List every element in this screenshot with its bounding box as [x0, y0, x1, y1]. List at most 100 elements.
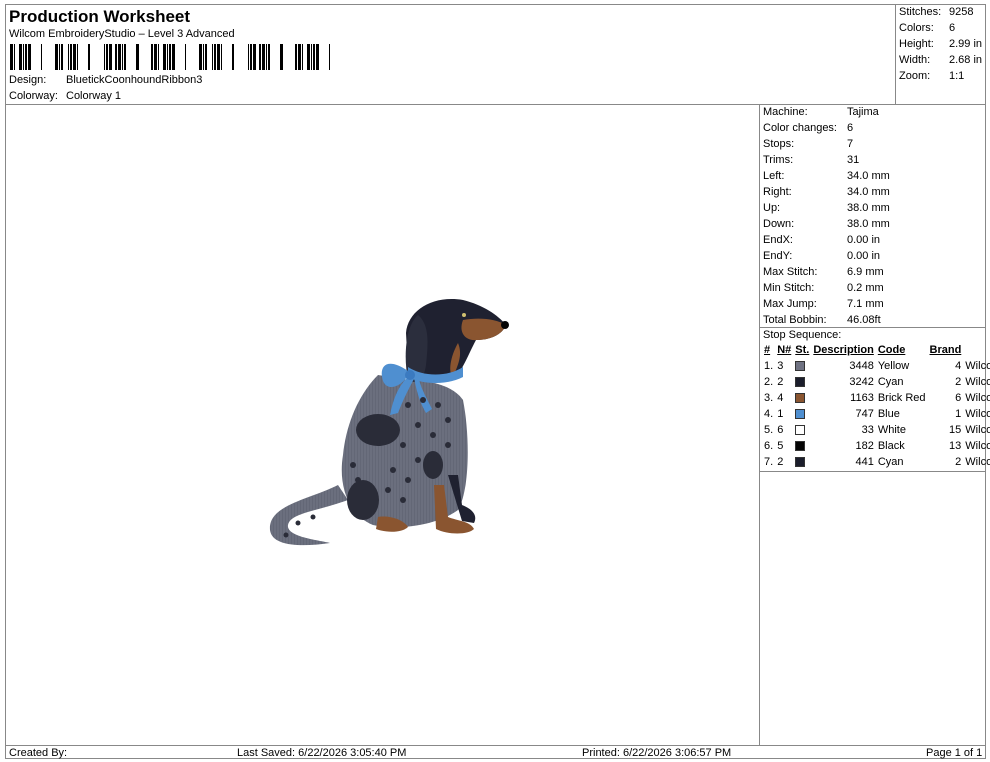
page-title: Production Worksheet: [9, 7, 191, 26]
barcode-bar: [109, 44, 112, 70]
info-row-total-bobbin: Total Bobbin: 46.08ft: [763, 314, 881, 326]
barcode-bar: [221, 44, 222, 70]
cell-st: 3242: [849, 376, 874, 388]
stop-sequence-table: # N# St. Description Code Brand 1. 3 3448 Y…: [762, 342, 990, 470]
cell-brand: Wilcom: [965, 408, 990, 420]
cell-code: 15: [949, 424, 962, 436]
color-swatch-cell: [793, 374, 811, 390]
cell-num: 7.: [764, 456, 774, 468]
barcode-bar: [329, 44, 330, 70]
cell-brand: Wilcom: [965, 392, 990, 404]
cell-st: 33: [861, 424, 874, 436]
barcode-bar: [172, 44, 175, 70]
color-swatch-cell: [793, 438, 811, 454]
col-needle: N#: [777, 344, 792, 356]
cell-st: 441: [855, 456, 874, 468]
cell-desc: Blue: [877, 408, 900, 420]
barcode-bar: [154, 44, 157, 70]
cell-desc: Yellow: [877, 360, 910, 372]
barcode-bar: [70, 44, 72, 70]
barcode-bar: [302, 44, 303, 70]
barcode-bar: [217, 44, 220, 70]
info-row-color-changes: Color changes: 6: [763, 122, 854, 134]
barcode-bar: [185, 44, 186, 70]
barcode-bar: [106, 44, 108, 70]
barcode-bar: [203, 44, 204, 70]
barcode-bar: [19, 44, 22, 70]
cell-st: 747: [855, 408, 874, 420]
barcode-bar: [25, 44, 27, 70]
barcode-bar: [262, 44, 265, 70]
barcode-bar: [250, 44, 252, 70]
divider: [760, 327, 986, 328]
info-row-min-stitch: Min Stitch: 0.2 mm: [763, 282, 884, 294]
color-swatch: [795, 361, 806, 372]
info-row-up: Up: 38.0 mm: [763, 202, 890, 214]
barcode-bar: [41, 44, 42, 70]
colorway-row: Colorway: Colorway 1: [9, 90, 121, 102]
color-swatch: [795, 425, 806, 436]
barcode-bar: [248, 44, 249, 70]
cell-desc: Cyan: [877, 376, 904, 388]
cell-brand: Wilcom: [965, 376, 990, 388]
barcode-bar: [214, 44, 216, 70]
last-saved: Last Saved: 6/22/2026 3:05:40 PM: [237, 747, 407, 759]
barcode-bar: [68, 44, 69, 70]
barcode: [10, 44, 330, 70]
barcode-bar: [316, 44, 319, 70]
cell-n: 2: [777, 456, 784, 468]
cell-desc: Brick Red: [877, 392, 926, 404]
color-swatch: [795, 377, 806, 388]
table-row: 2.23242Cyan2Wilcom: [762, 374, 990, 390]
worksheet-footer: Created By: Last Saved: 6/22/2026 3:05:4…: [6, 745, 986, 759]
cell-code: 1: [955, 408, 962, 420]
table-bottom-divider: [760, 471, 986, 472]
cell-n: 3: [777, 360, 784, 372]
stop-sequence-title: Stop Sequence:: [763, 329, 842, 341]
info-row-machine: Machine: Tajima: [763, 106, 879, 118]
barcode-bar: [169, 44, 171, 70]
cell-n: 2: [777, 376, 784, 388]
barcode-bar: [115, 44, 117, 70]
design-row: Design: BluetickCoonhoundRibbon3: [9, 74, 202, 86]
cell-n: 1: [777, 408, 784, 420]
barcode-bar: [163, 44, 166, 70]
info-row-endy: EndY: 0.00 in: [763, 250, 881, 262]
barcode-bar: [268, 44, 270, 70]
info-row-max-jump: Max Jump: 7.1 mm: [763, 298, 884, 310]
cell-code: 2: [955, 376, 962, 388]
barcode-bar: [59, 44, 60, 70]
cell-num: 1.: [764, 360, 774, 372]
col-code: Code: [877, 344, 906, 356]
col-description: Description: [813, 344, 874, 356]
color-swatch: [795, 393, 806, 404]
cell-brand: Wilcom: [965, 440, 990, 452]
barcode-bar: [212, 44, 213, 70]
barcode-bar: [232, 44, 234, 70]
info-row-down: Down: 38.0 mm: [763, 218, 890, 230]
barcode-bar: [14, 44, 15, 70]
design-preview: [6, 105, 760, 745]
color-swatch: [795, 441, 806, 452]
cell-brand: Wilcom: [965, 456, 990, 468]
page-number: Page 1 of 1: [926, 747, 983, 759]
software-name: Wilcom EmbroideryStudio – Level 3 Advanc…: [9, 28, 235, 40]
summary-row-zoom: Zoom: 1:1: [899, 70, 965, 82]
cell-code: 13: [949, 440, 962, 452]
cell-n: 5: [777, 440, 784, 452]
cell-st: 3448: [849, 360, 874, 372]
col-brand: Brand: [929, 344, 962, 356]
color-swatch-cell: [793, 422, 811, 438]
barcode-bar: [122, 44, 123, 70]
table-row: 3.4 1163Brick Red 6Wilcom: [762, 390, 990, 406]
barcode-bar: [253, 44, 256, 70]
barcode-bar: [28, 44, 31, 70]
barcode-bar: [136, 44, 139, 70]
barcode-bar: [307, 44, 310, 70]
cell-code: 6: [955, 392, 962, 404]
colorway-value: Colorway 1: [66, 90, 122, 102]
summary-row-stitches: Stitches: 9258: [899, 6, 974, 18]
barcode-bar: [311, 44, 312, 70]
cell-code: 4: [955, 360, 962, 372]
barcode-bar: [205, 44, 207, 70]
